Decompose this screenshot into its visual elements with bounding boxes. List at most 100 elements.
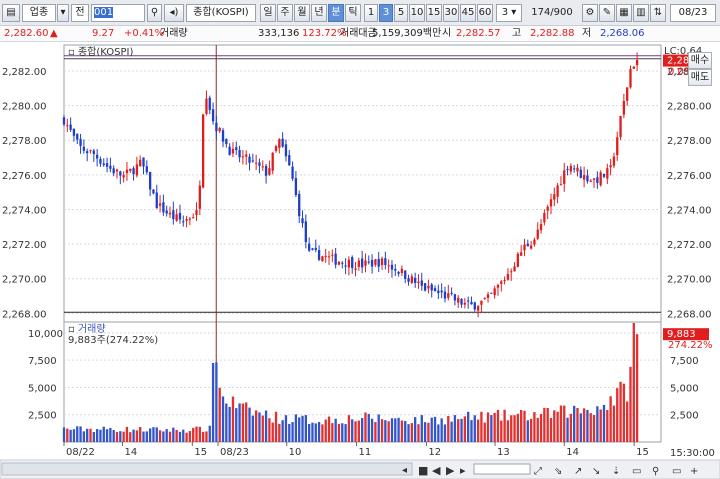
sound-icon[interactable]: ◂) <box>164 4 184 22</box>
candle-body <box>453 294 457 301</box>
volume-bar <box>467 411 470 442</box>
draw-tool-icon[interactable]: ↗ <box>574 466 582 477</box>
draw-tool-2-icon[interactable]: ↘ <box>592 466 600 477</box>
name-field: 종합(KOSPI) <box>186 4 256 22</box>
interval-30[interactable]: 30 <box>443 4 459 22</box>
candle-body <box>321 256 324 262</box>
candle-body <box>513 266 516 272</box>
volume-bar <box>606 410 609 442</box>
stop-icon[interactable]: ■ <box>418 464 428 477</box>
candle-body <box>380 258 384 266</box>
arrow-icon[interactable]: ⇅ <box>650 4 666 22</box>
volume-bar <box>188 431 192 442</box>
stock-chart[interactable]: 2,282.002,282.002,280.002,280.002,278.00… <box>0 42 720 479</box>
step-forward-icon[interactable]: ▸ <box>460 464 466 477</box>
volume-bar <box>496 409 500 442</box>
scroll-left-icon[interactable]: ◂ <box>402 465 407 476</box>
scrollbar-track[interactable] <box>1 462 413 476</box>
bar-tool-icon[interactable]: ⇣ <box>612 466 620 477</box>
candle-body <box>122 175 125 178</box>
candle-body <box>288 155 291 166</box>
candle-body <box>364 260 367 266</box>
volume-bar <box>109 428 112 442</box>
candle-body <box>274 146 278 151</box>
tab-period-tick[interactable]: 틱 <box>345 4 361 22</box>
volume-bar <box>195 426 198 442</box>
interval-15[interactable]: 15 <box>426 4 442 22</box>
high-label: 고 <box>512 28 522 39</box>
settings-icon[interactable]: ⚙ <box>582 4 598 22</box>
step-back-icon[interactable]: ◀ <box>432 464 441 477</box>
amount-value: 5,159,309백만 <box>372 28 442 39</box>
volume-bar <box>599 409 602 442</box>
buy-button[interactable]: 매수 <box>688 52 712 69</box>
volume-bar <box>314 423 317 442</box>
price-tick-left: 2,268.00 <box>2 309 47 320</box>
interval-60[interactable]: 60 <box>477 4 493 22</box>
date-field[interactable]: 08/23 <box>670 4 716 22</box>
text-tool-icon[interactable]: ▭ <box>632 466 641 477</box>
play-icon[interactable]: ▶ <box>446 464 455 477</box>
interval-select[interactable]: 3 ▾ <box>496 4 522 22</box>
volume-bar <box>404 420 407 442</box>
volume-bar <box>122 431 125 442</box>
volume-bar <box>443 424 447 442</box>
interval-45[interactable]: 45 <box>460 4 476 22</box>
search-icon[interactable]: ⚲ <box>147 4 162 22</box>
volume-bar <box>569 413 573 442</box>
candle-body <box>327 256 331 258</box>
candle-body <box>582 175 586 180</box>
price-info-bar: 2,282.60 ▲ 9.27 +0.41% 거래량 333,136 123.7… <box>0 26 720 42</box>
sell-button[interactable]: 매도 <box>688 69 712 86</box>
trend-tool-icon[interactable]: ⇘ <box>554 466 562 477</box>
candle-body <box>188 218 192 220</box>
volume-bar <box>573 405 576 442</box>
line-tool-icon[interactable]: ⤢ <box>534 466 542 477</box>
candle-body <box>443 291 447 299</box>
candle-body <box>626 87 629 101</box>
candle-body <box>486 294 490 299</box>
code-input[interactable]: 001 <box>91 4 145 22</box>
candle-body <box>66 125 69 127</box>
interval-1[interactable]: 1 <box>364 4 378 22</box>
interval-5[interactable]: 5 <box>394 4 408 22</box>
time-label: 15:30:00 <box>670 448 715 459</box>
speed-slider[interactable] <box>473 463 531 475</box>
menu-icon[interactable]: ▤ <box>2 4 20 22</box>
candle-body <box>165 210 168 214</box>
tab-period-year[interactable]: 년 <box>311 4 327 22</box>
price-tick-left: 2,276.00 <box>2 171 47 182</box>
price-tick-right: 2,274.00 <box>667 205 712 216</box>
volume-bar <box>125 426 129 442</box>
layout-icon[interactable]: ▥ <box>633 4 649 22</box>
candle-body <box>139 159 142 167</box>
tab-period-day[interactable]: 일 <box>260 4 276 22</box>
candle-body <box>248 156 251 163</box>
tab-period-minute[interactable]: 분 <box>328 4 344 22</box>
candle-body <box>264 165 268 176</box>
grid-icon[interactable]: ▦ <box>616 4 632 22</box>
volume-bar <box>182 429 185 442</box>
type-field[interactable]: 전 <box>71 4 89 22</box>
volume-bar <box>139 427 142 442</box>
market-dropdown-icon[interactable]: ▾ <box>57 4 69 22</box>
interval-3[interactable]: 3 <box>379 4 393 22</box>
tool-icon[interactable]: ✎ <box>599 4 615 22</box>
zoom-icon[interactable]: ⚲ <box>652 466 659 477</box>
volume-bar <box>433 416 437 442</box>
candle-body <box>125 169 129 174</box>
high-value: 2,282.88 <box>530 28 575 39</box>
candle-body <box>612 156 616 166</box>
volume-bar <box>536 417 539 442</box>
candle-body <box>192 217 195 219</box>
market-select[interactable]: 업종 <box>22 4 56 22</box>
candle-body <box>102 163 105 165</box>
interval-10[interactable]: 10 <box>409 4 425 22</box>
tab-period-month[interactable]: 월 <box>294 4 310 22</box>
candle-body <box>201 114 205 188</box>
up-arrow-icon: ▲ <box>50 28 58 39</box>
tab-period-week[interactable]: 주 <box>277 4 293 22</box>
candle-body <box>175 214 178 221</box>
zoom-in-icon[interactable]: + <box>690 466 698 477</box>
zoom-out-icon[interactable]: ▭ <box>672 466 681 477</box>
